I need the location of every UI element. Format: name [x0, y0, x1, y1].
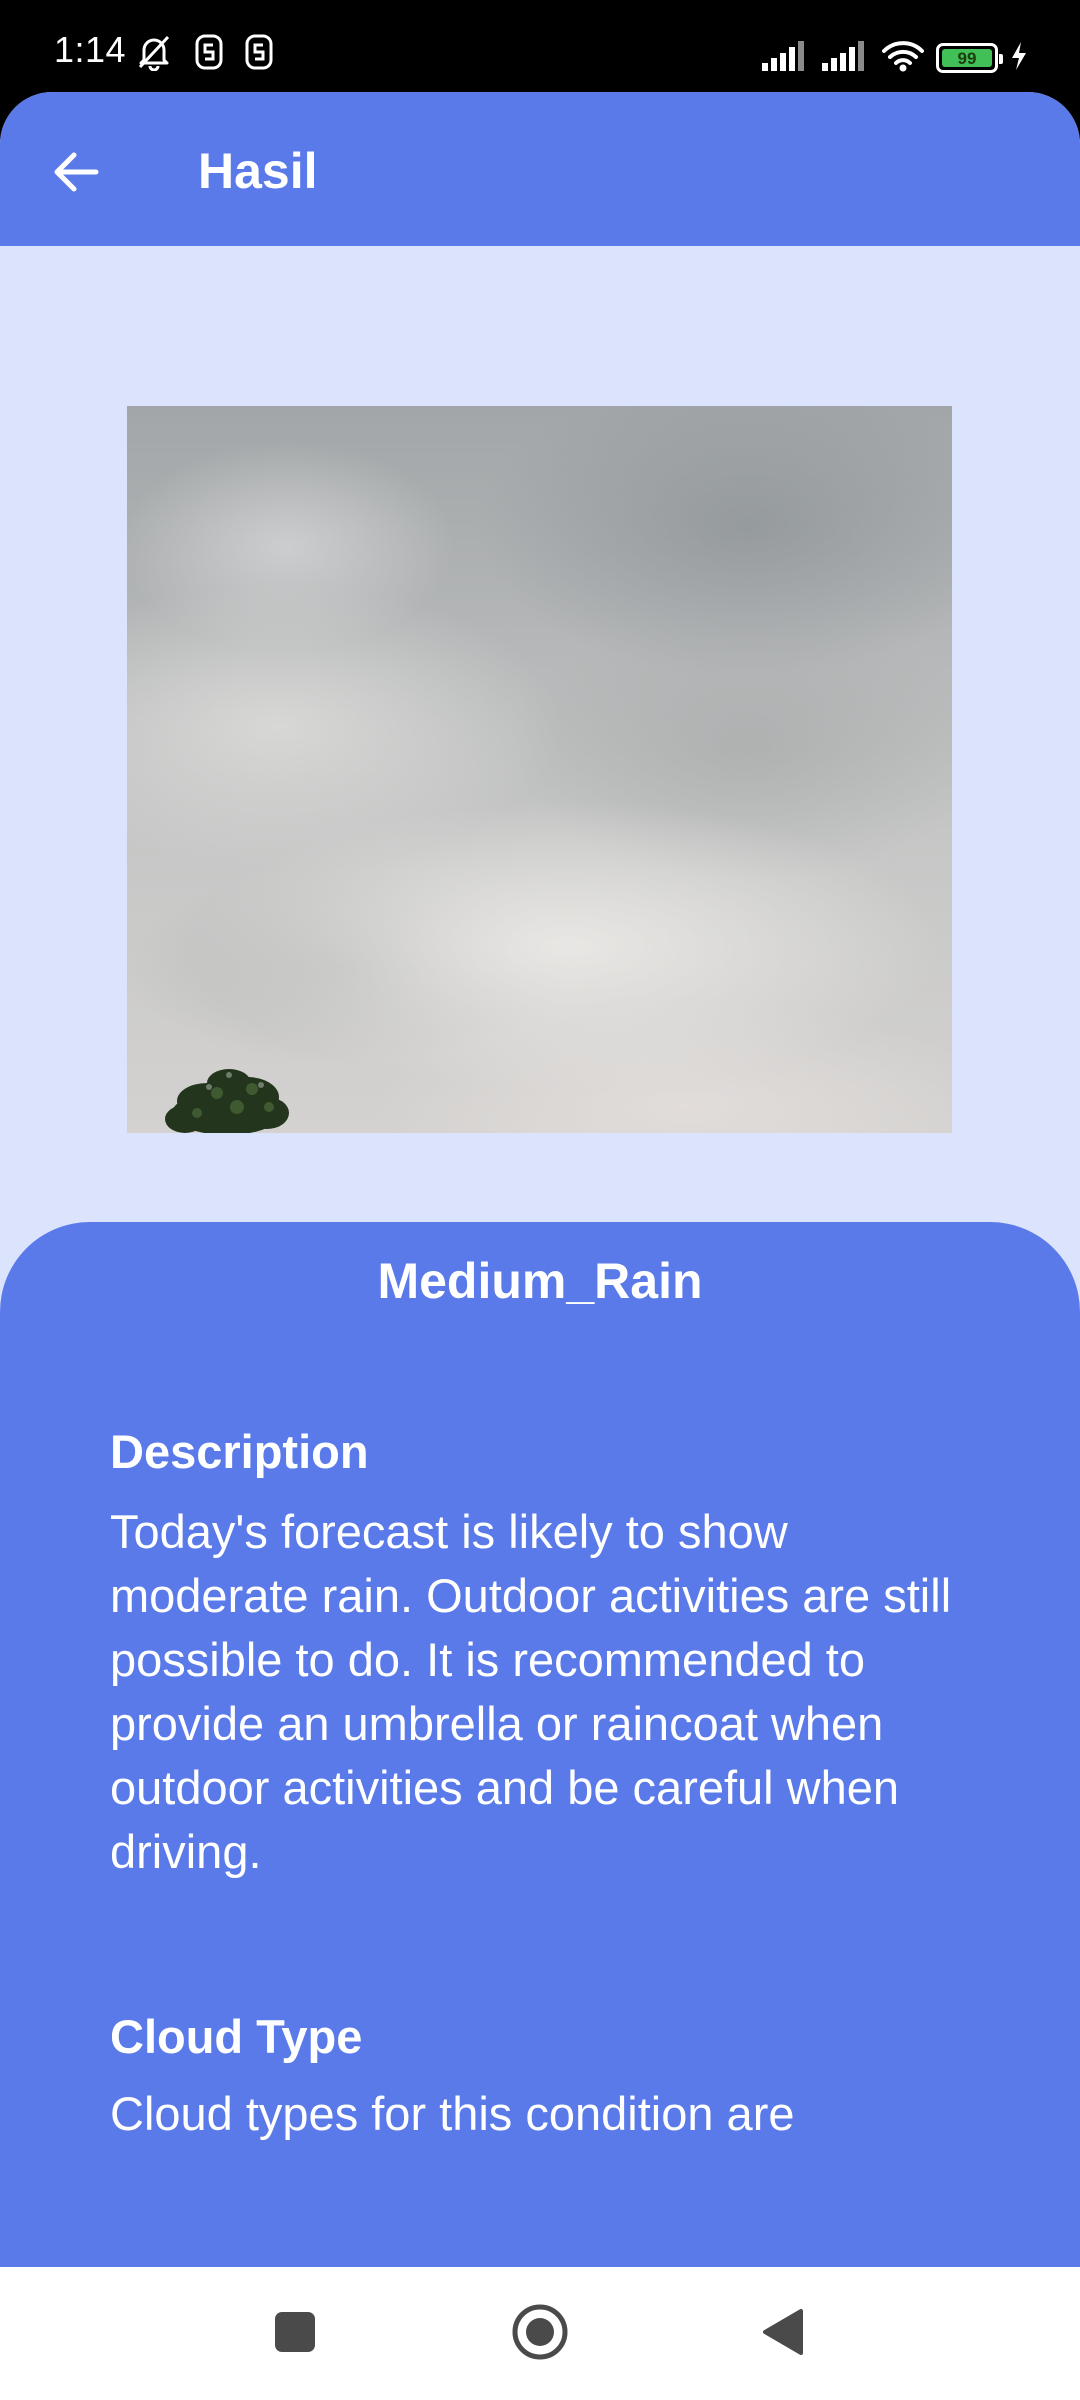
cloud-photo: [127, 406, 952, 1133]
description-heading: Description: [110, 1425, 369, 1478]
wifi-icon: [882, 40, 924, 77]
cloud-type-heading: Cloud Type: [110, 2010, 363, 2063]
back-triangle-icon: [761, 2308, 805, 2361]
cloud-type-scroll-area[interactable]: Cloud types for this condition are altos…: [0, 2082, 1080, 2148]
battery-level: 99: [957, 48, 977, 68]
sim-s-icon: [244, 33, 274, 76]
status-left-icons: [134, 34, 274, 74]
prediction-label: Medium_Rain: [377, 1253, 703, 1309]
signal-icon: [762, 40, 810, 76]
back-button[interactable]: [36, 134, 116, 214]
battery-cap: [999, 54, 1003, 64]
cloud-type-text: Cloud types for this condition are altos…: [110, 2087, 795, 2140]
app-bar: Hasil: [0, 92, 1080, 246]
recents-button[interactable]: [250, 2289, 340, 2379]
description-text: Today's forecast is likely to show moder…: [110, 1505, 952, 1878]
battery-fill: 99: [942, 49, 992, 67]
status-right-icons: 99: [762, 38, 1028, 78]
app-screen: Hasil Medium_Rain Description Today's fo…: [0, 92, 1080, 2267]
signal-icon: [822, 40, 870, 76]
navigation-bar: [0, 2267, 1080, 2400]
home-button[interactable]: [495, 2289, 585, 2379]
tree-silhouette: [165, 1069, 289, 1133]
status-time: 1:14: [54, 29, 127, 70]
recents-square-icon: [274, 2311, 316, 2358]
alarm-off-icon: [134, 33, 174, 76]
system-back-button[interactable]: [738, 2289, 828, 2379]
result-panel: Medium_Rain Description Today's forecast…: [0, 1222, 1080, 2267]
status-bar: 1:14 99: [0, 0, 1080, 92]
page-title: Hasil: [198, 143, 318, 199]
arrow-left-icon: [52, 151, 100, 198]
sim-s-icon: [194, 33, 224, 76]
charging-icon: [1010, 41, 1028, 76]
home-circle-icon: [511, 2303, 569, 2366]
battery-icon: 99: [936, 43, 1003, 73]
